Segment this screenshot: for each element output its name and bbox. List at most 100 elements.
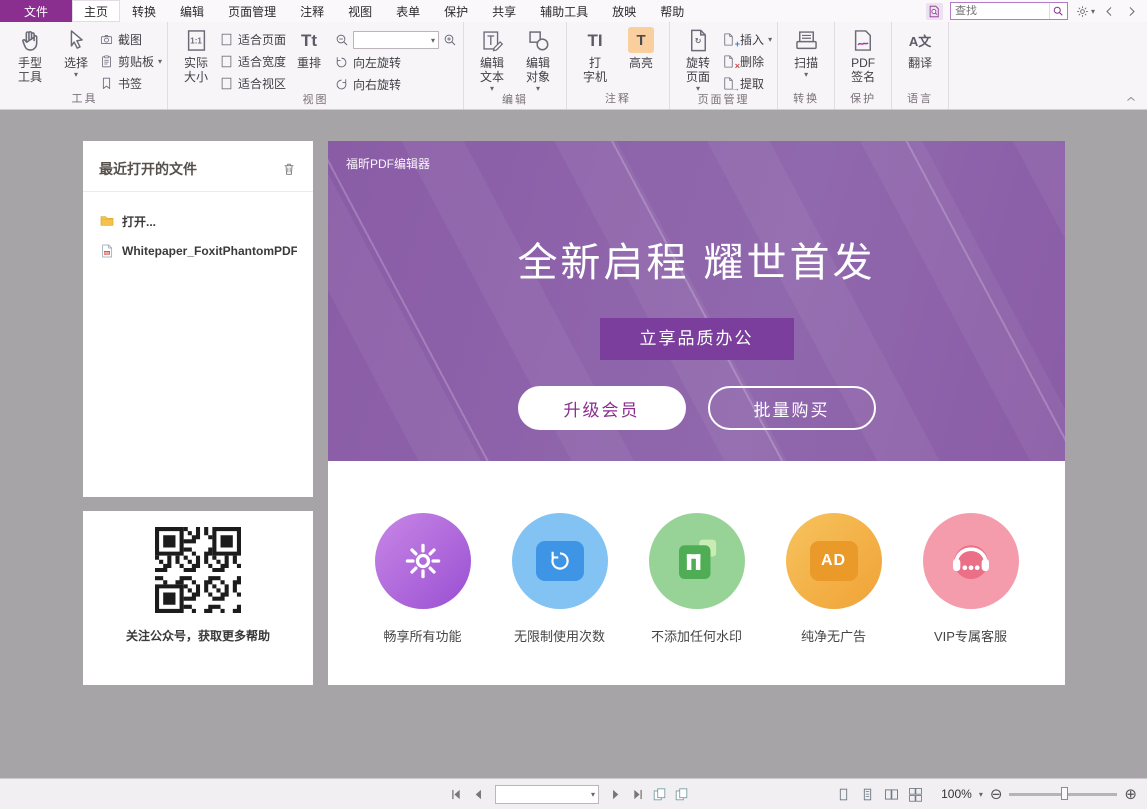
zoom-level-combobox[interactable]: ▾ <box>353 31 439 49</box>
facing-view-button[interactable] <box>883 786 900 803</box>
feature-label: 畅享所有功能 <box>383 626 461 645</box>
fit-column: 适合页面 适合宽度 适合视区 <box>219 24 286 92</box>
bookmark-label: 书签 <box>118 75 142 92</box>
tools-small-column: 截图 剪贴板▾ 书签 <box>99 24 162 92</box>
collapse-ribbon-icon[interactable] <box>1125 93 1137 105</box>
previous-page-button[interactable] <box>470 786 487 803</box>
ribbon-group-view: 1:1 实际 大小 适合页面 适合宽度 适合视区 Tt 重排 <box>168 22 464 109</box>
last-page-button[interactable] <box>629 786 646 803</box>
translate-button[interactable]: A文 翻译 <box>897 24 943 90</box>
tab-home[interactable]: 主页 <box>72 0 120 22</box>
open-file-item[interactable]: 打开... <box>99 206 297 236</box>
chevron-right-icon[interactable] <box>1124 4 1139 19</box>
rotate-right-button[interactable]: 向右旋转 <box>334 76 458 93</box>
ribbon-group-label-convert: 转换 <box>783 92 829 109</box>
typewriter-button[interactable]: TI 打 字机 <box>572 24 618 90</box>
next-page-button[interactable] <box>607 786 624 803</box>
rotate-pages-label: 旋转 <box>686 56 710 70</box>
insert-label: 插入 <box>740 31 764 48</box>
ribbon-group-label-tools: 工具 <box>7 92 162 109</box>
settings-gear-icon[interactable]: ▾ <box>1075 4 1095 19</box>
ribbon-group-label-language: 语言 <box>897 92 943 109</box>
tab-edit[interactable]: 编辑 <box>168 0 216 22</box>
dropdown-caret-icon: ▾ <box>768 35 772 44</box>
clear-recent-trash-icon[interactable] <box>281 161 297 177</box>
zoom-out-icon[interactable] <box>334 32 350 48</box>
bookmark-icon <box>99 76 114 91</box>
fit-page-button[interactable]: 适合页面 <box>219 31 286 48</box>
upgrade-member-button[interactable]: 升级会员 <box>518 386 686 430</box>
snapshot-button[interactable]: 截图 <box>99 31 162 48</box>
ribbon-group-pages: ↻ 旋转 页面 ▾ +插入▾ ×删除 →提取 页面管理 <box>670 22 778 109</box>
tab-help[interactable]: 帮助 <box>648 0 696 22</box>
hand-tool-button[interactable]: 手型 工具 <box>7 24 53 90</box>
extract-label: 提取 <box>740 75 764 92</box>
reflow-label: 重排 <box>297 56 321 70</box>
next-view-button[interactable] <box>673 786 690 803</box>
delete-pages-button[interactable]: ×删除 <box>721 53 772 70</box>
tab-form[interactable]: 表单 <box>384 0 432 22</box>
ribbon-group-language: A文 翻译 语言 <box>892 22 949 109</box>
insert-pages-button[interactable]: +插入▾ <box>721 31 772 48</box>
rotate-pages-label2: 页面 <box>686 70 710 84</box>
tab-comment[interactable]: 注释 <box>288 0 336 22</box>
fit-page-label: 适合页面 <box>238 31 286 48</box>
fit-width-button[interactable]: 适合宽度 <box>219 53 286 70</box>
highlight-button[interactable]: T 高亮 <box>618 24 664 90</box>
actual-size-label2: 大小 <box>184 70 208 84</box>
tab-presentation[interactable]: 放映 <box>600 0 648 22</box>
continuous-view-button[interactable] <box>859 786 876 803</box>
zoom-slider[interactable] <box>1009 786 1117 802</box>
select-tool-button[interactable]: 选择 ▾ <box>53 24 99 90</box>
clipboard-button[interactable]: 剪贴板▾ <box>99 53 162 70</box>
tab-share[interactable]: 共享 <box>480 0 528 22</box>
actual-size-button[interactable]: 1:1 实际 大小 <box>173 24 219 90</box>
previous-view-button[interactable] <box>651 786 668 803</box>
zoom-slider-thumb[interactable] <box>1061 787 1068 800</box>
tab-accessibility[interactable]: 辅助工具 <box>528 0 600 22</box>
page-number-combobox[interactable]: ▾ <box>495 785 599 804</box>
ribbon-group-edit: 编辑 文本 ▾ 编辑 对象 ▾ 编辑 <box>464 22 567 109</box>
zoom-out-button[interactable]: ⊖ <box>990 787 1003 802</box>
pdf-sign-button[interactable]: PDF 签名 <box>840 24 886 90</box>
single-page-view-button[interactable] <box>835 786 852 803</box>
scan-button[interactable]: 扫描 ▾ <box>783 24 829 90</box>
folder-icon <box>99 213 115 229</box>
select-tool-label: 选择 <box>64 56 88 70</box>
hand-tool-label2: 工具 <box>18 70 42 84</box>
edit-text-button[interactable]: 编辑 文本 ▾ <box>469 24 515 93</box>
search-input[interactable] <box>951 5 1049 17</box>
zoom-in-icon[interactable] <box>442 32 458 48</box>
search-icon[interactable] <box>1049 3 1067 19</box>
first-page-button[interactable] <box>448 786 465 803</box>
chevron-left-icon[interactable] <box>1102 4 1117 19</box>
extract-pages-button[interactable]: →提取 <box>721 75 772 92</box>
tab-protect[interactable]: 保护 <box>432 0 480 22</box>
menu-bar: 文件 主页 转换 编辑 页面管理 注释 视图 表单 保护 共享 辅助工具 放映 … <box>0 0 1147 22</box>
tab-organize[interactable]: 页面管理 <box>216 0 288 22</box>
recent-file-item[interactable]: Whitepaper_FoxitPhantomPDF.p... <box>99 236 297 266</box>
pdf-sign-label: PDF <box>851 56 875 70</box>
zoom-level-input[interactable] <box>357 34 431 46</box>
edit-object-label2: 对象 <box>526 70 550 84</box>
fit-visible-label: 适合视区 <box>238 75 286 92</box>
tab-convert[interactable]: 转换 <box>120 0 168 22</box>
rotate-left-button[interactable]: 向左旋转 <box>334 54 458 71</box>
find-document-icon[interactable] <box>926 3 943 20</box>
feature-no-watermark: 不添加任何水印 <box>631 513 763 685</box>
refresh-feature-icon <box>512 513 608 609</box>
bookmark-button[interactable]: 书签 <box>99 75 162 92</box>
edit-object-button[interactable]: 编辑 对象 ▾ <box>515 24 561 93</box>
tab-view[interactable]: 视图 <box>336 0 384 22</box>
continuous-facing-view-button[interactable] <box>907 786 924 803</box>
zoom-dropdown-caret-icon[interactable]: ▾ <box>979 790 983 799</box>
fit-visible-button[interactable]: 适合视区 <box>219 75 286 92</box>
zoom-in-button[interactable]: ⊕ <box>1124 787 1137 802</box>
reflow-button[interactable]: Tt 重排 <box>286 24 332 90</box>
file-menu-button[interactable]: 文件 <box>0 0 72 22</box>
edit-text-label2: 文本 <box>480 70 504 84</box>
zoom-percentage[interactable]: 100% <box>941 787 972 801</box>
bulk-purchase-button[interactable]: 批量购买 <box>708 386 876 430</box>
rotate-pages-button[interactable]: ↻ 旋转 页面 ▾ <box>675 24 721 93</box>
page-number-input[interactable] <box>499 788 591 800</box>
